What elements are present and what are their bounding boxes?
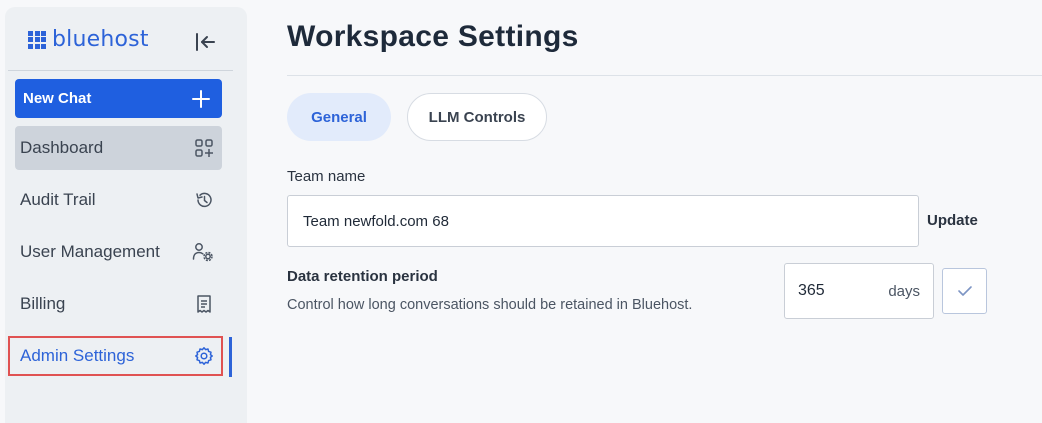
- collapse-sidebar-icon[interactable]: [193, 31, 217, 53]
- brand-name: bluehost: [52, 27, 149, 52]
- logo-grid-icon: [28, 30, 46, 49]
- history-icon: [196, 192, 212, 208]
- sidebar-item-user-management[interactable]: User Management: [15, 230, 222, 274]
- tab-general[interactable]: General: [287, 93, 391, 141]
- update-button[interactable]: Update: [927, 212, 978, 229]
- dashboard-grid-icon: [195, 139, 213, 157]
- title-divider: [287, 75, 1042, 76]
- sidebar-item-label: Audit Trail: [20, 190, 96, 209]
- sidebar-item-label: User Management: [20, 242, 160, 261]
- sidebar-item-label: Billing: [20, 294, 66, 313]
- sidebar-item-billing[interactable]: Billing: [15, 282, 222, 326]
- team-name-label: Team name: [287, 168, 366, 185]
- retention-days-unit: days: [888, 282, 920, 300]
- retention-label: Data retention period: [287, 268, 438, 285]
- receipt-icon: [197, 295, 211, 313]
- user-settings-icon: [192, 243, 213, 262]
- brand-logo[interactable]: bluehost: [28, 27, 149, 52]
- confirm-retention-button[interactable]: [942, 268, 987, 314]
- plus-icon: [192, 89, 210, 108]
- retention-days-value[interactable]: 365: [798, 282, 825, 300]
- page-title: Workspace Settings: [287, 20, 579, 53]
- new-chat-label: New Chat: [23, 90, 92, 107]
- tab-llm-controls[interactable]: LLM Controls: [407, 93, 547, 141]
- checkmark-icon: [957, 286, 972, 296]
- team-name-input[interactable]: [287, 195, 919, 247]
- sidebar: bluehost New Chat Dashboard Audit Trail: [5, 7, 247, 423]
- new-chat-button[interactable]: New Chat: [15, 79, 222, 118]
- sidebar-item-dashboard[interactable]: Dashboard: [15, 126, 222, 170]
- active-indicator: [229, 337, 232, 377]
- highlight-annotation: [8, 336, 223, 376]
- sidebar-divider: [8, 70, 233, 71]
- retention-days-input[interactable]: 365 days: [784, 263, 934, 319]
- sidebar-item-label: Dashboard: [20, 138, 104, 157]
- retention-description: Control how long conversations should be…: [287, 297, 693, 313]
- sidebar-item-audit-trail[interactable]: Audit Trail: [15, 178, 222, 222]
